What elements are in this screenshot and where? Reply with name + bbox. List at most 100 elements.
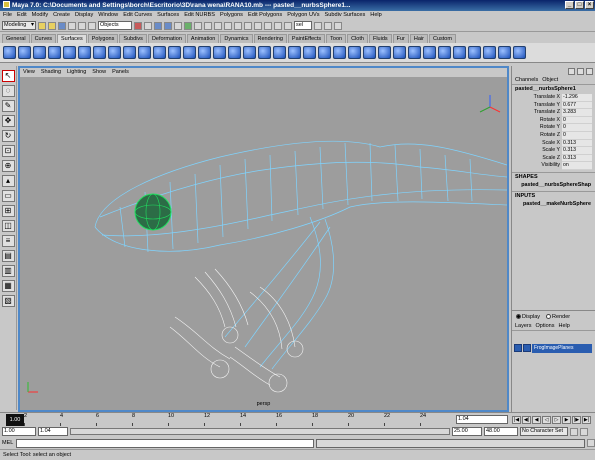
reverse-direction-icon[interactable]: [423, 46, 436, 59]
nurbs-cylinder-icon[interactable]: [33, 46, 46, 59]
attr-scale-z[interactable]: Scale Z 0.313: [512, 154, 595, 163]
snap-view-plane-icon[interactable]: [244, 21, 252, 30]
shelf-tab-rendering[interactable]: Rendering: [253, 34, 287, 43]
shelf-tab-fluids[interactable]: Fluids: [368, 34, 392, 43]
animation-start-field[interactable]: 1.00: [2, 427, 36, 436]
shelf-tab-hair[interactable]: Hair: [409, 34, 428, 43]
attr-translate-z[interactable]: Translate Z 3.283: [512, 109, 595, 117]
playback-start-field[interactable]: 1.04: [38, 427, 68, 436]
lasso-tool-icon[interactable]: ◌: [1, 85, 15, 97]
render-radio[interactable]: Render: [546, 313, 570, 320]
open-scene-icon[interactable]: [48, 21, 56, 30]
animation-end-field[interactable]: 48.00: [484, 427, 518, 436]
attr-value[interactable]: 0.313: [562, 147, 592, 155]
intersect-icon[interactable]: [258, 46, 271, 59]
input-node-name[interactable]: pasted__makeNurbSphere: [512, 200, 595, 208]
shelf-tab-general[interactable]: General: [2, 34, 30, 43]
display-radio[interactable]: Display: [516, 313, 540, 320]
channel-box-toggle-icon[interactable]: [334, 21, 342, 30]
menu-set-selector[interactable]: Modeling: [2, 21, 36, 30]
shelf-tab-custom[interactable]: Custom: [428, 34, 456, 43]
bevel-icon[interactable]: [228, 46, 241, 59]
nurbs-square-icon[interactable]: [108, 46, 121, 59]
extend-icon[interactable]: [378, 46, 391, 59]
select-component-icon[interactable]: [88, 21, 96, 30]
viewport-menu-show[interactable]: Show: [92, 68, 106, 77]
layer-name[interactable]: FrogImagePlanes: [532, 343, 592, 353]
extrude-icon[interactable]: [168, 46, 181, 59]
detach-surfaces-icon[interactable]: [318, 46, 331, 59]
menu-polygon-uvs[interactable]: Polygon UVs: [287, 11, 319, 20]
attr-rotate-y[interactable]: Rotate Y0: [512, 124, 595, 132]
character-set-menu[interactable]: No Character Set: [520, 427, 568, 436]
attach-surfaces-icon[interactable]: [303, 46, 316, 59]
history-icon[interactable]: [254, 21, 262, 30]
close-button[interactable]: ×: [585, 1, 594, 9]
selection-mask-field[interactable]: Objects: [98, 21, 132, 30]
open-close-icon[interactable]: [348, 46, 361, 59]
attr-value[interactable]: -1.296: [562, 94, 592, 102]
play-backwards-icon[interactable]: ◁: [542, 415, 551, 424]
time-slider[interactable]: 1.00 2 4 6 8 10 12 14 16 18 20 22 24 1.0…: [0, 412, 510, 427]
single-perspective-layout-icon[interactable]: ▭: [1, 190, 15, 202]
attr-visibility[interactable]: Visibility on: [512, 162, 595, 170]
range-slider-thumb[interactable]: [71, 429, 449, 434]
persp-graph-layout-icon[interactable]: ≡: [1, 235, 15, 247]
selected-object-name[interactable]: pasted__nurbsSphere1: [512, 85, 595, 94]
attr-value[interactable]: 0: [562, 131, 592, 140]
custom-layout-icon[interactable]: ▧: [1, 295, 15, 307]
layer-editor-icon[interactable]: [577, 67, 584, 75]
mask-misc-icon[interactable]: [204, 21, 212, 30]
shelf-tab-subdivs[interactable]: Subdivs: [119, 34, 147, 43]
sculpt-tool-icon[interactable]: [438, 46, 451, 59]
attr-value[interactable]: 0.313: [562, 139, 592, 148]
untrim-icon[interactable]: [288, 46, 301, 59]
offset-icon[interactable]: [393, 46, 406, 59]
layer-reference-toggle[interactable]: [523, 344, 531, 352]
command-language-label[interactable]: MEL: [2, 440, 14, 446]
attr-value[interactable]: on: [562, 162, 592, 170]
move-tool-icon[interactable]: ✥: [1, 115, 15, 127]
select-hierarchy-icon[interactable]: [68, 21, 76, 30]
step-forward-frame-icon[interactable]: ▶: [562, 415, 571, 424]
revolve-icon[interactable]: [123, 46, 136, 59]
command-input[interactable]: [15, 438, 315, 448]
surface-fillet-icon[interactable]: [453, 46, 466, 59]
new-scene-icon[interactable]: [38, 21, 46, 30]
attr-scale-x[interactable]: Scale X 0.313: [512, 139, 595, 148]
menu-edit-nurbs[interactable]: Edit NURBS: [184, 11, 215, 20]
shape-node-name[interactable]: pasted__nurbsSphereShap: [512, 181, 595, 189]
current-time-field[interactable]: 1.04: [456, 415, 508, 424]
birail-icon[interactable]: [183, 46, 196, 59]
shelf-tab-fur[interactable]: Fur: [392, 34, 409, 43]
render-icon[interactable]: [264, 21, 272, 30]
attr-value[interactable]: 0.313: [562, 154, 592, 163]
nurbs-cone-icon[interactable]: [48, 46, 61, 59]
attr-value[interactable]: 0: [562, 116, 592, 125]
attr-translate-y[interactable]: Translate Y 0.677: [512, 101, 595, 110]
attr-translate-x[interactable]: Translate X -1.296: [512, 94, 595, 102]
attr-value[interactable]: 3.283: [562, 109, 592, 117]
menu-polygons[interactable]: Polygons: [220, 11, 243, 20]
shelf-tab-polygons[interactable]: Polygons: [87, 34, 119, 43]
attr-value[interactable]: 0.677: [562, 101, 592, 110]
stitch-icon[interactable]: [468, 46, 481, 59]
viewport-menu-shading[interactable]: Shading: [41, 68, 61, 77]
save-scene-icon[interactable]: [58, 21, 66, 30]
insert-isoparm-icon[interactable]: [363, 46, 376, 59]
current-frame-indicator[interactable]: 1.00: [6, 414, 24, 426]
snap-grid-icon[interactable]: [214, 21, 222, 30]
script-editor-icon[interactable]: [587, 439, 595, 447]
layer-menu-options[interactable]: Options: [536, 322, 555, 330]
persp-outliner-layout-icon[interactable]: ◫: [1, 220, 15, 232]
viewport-menu-panels[interactable]: Panels: [112, 68, 129, 77]
align-surfaces-icon[interactable]: [333, 46, 346, 59]
attr-rotate-x[interactable]: Rotate X0: [512, 116, 595, 125]
mask-dynamics-icon[interactable]: [184, 21, 192, 30]
graph-hypershade-layout-icon[interactable]: ▥: [1, 265, 15, 277]
hypershade-layout-icon[interactable]: ▤: [1, 250, 15, 262]
channel-box-menu-object[interactable]: Object: [542, 76, 558, 84]
step-back-key-icon[interactable]: ◀|: [522, 415, 531, 424]
shelf-tab-painteffects[interactable]: PaintEffects: [287, 34, 326, 43]
boundary-icon[interactable]: [198, 46, 211, 59]
